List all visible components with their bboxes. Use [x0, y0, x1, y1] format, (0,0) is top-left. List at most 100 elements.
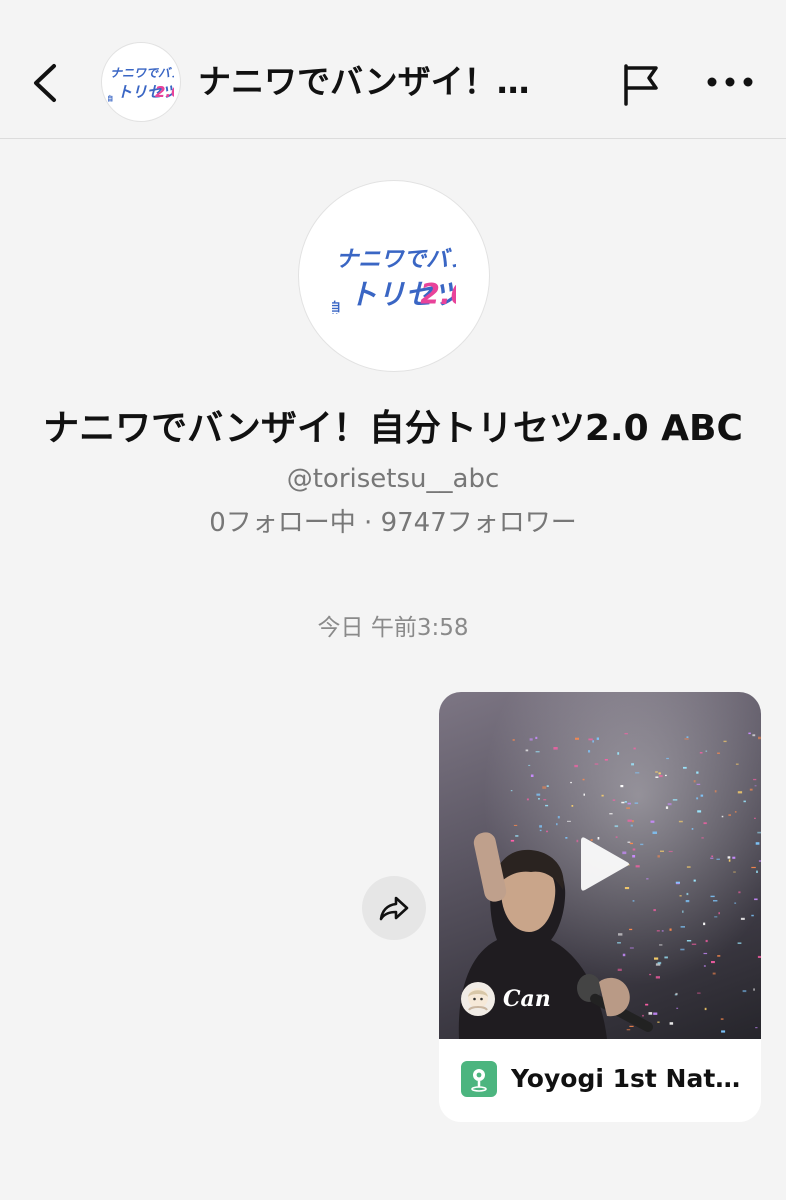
report-button[interactable] [618, 60, 666, 108]
crowd-light [735, 763, 739, 765]
crowd-light [622, 953, 626, 957]
crowd-light [538, 798, 540, 800]
crowd-light [718, 912, 720, 915]
crowd-light [666, 757, 669, 760]
crowd-light [526, 798, 529, 801]
shared-video-card[interactable]: Can Yoyogi 1st National Gymnasium [439, 692, 761, 1122]
crowd-light [703, 822, 707, 825]
crowd-light [570, 781, 572, 784]
crowd-light [748, 732, 751, 735]
crowd-light [700, 794, 704, 797]
crowd-light [755, 842, 760, 845]
crowd-light [703, 952, 708, 955]
crowd-light [661, 930, 664, 932]
profile-avatar[interactable]: ナニワでバンザイ! 自分 トリセツ 2.0 [298, 180, 490, 372]
crowd-light [754, 785, 757, 787]
crowd-light [734, 902, 737, 904]
crowd-light [693, 879, 696, 882]
crowd-light [545, 804, 549, 807]
crowd-light [530, 774, 534, 777]
crowd-light [754, 817, 756, 819]
logo-icon: ナニワでバンザイ! 自分 トリセツ 2.0 [108, 66, 174, 102]
header-avatar[interactable]: ナニワでバンザイ! 自分 トリセツ 2.0 [101, 42, 181, 122]
crowd-light [756, 870, 758, 873]
crowd-light [711, 961, 715, 964]
profile-name[interactable]: ナニワでバンザイ！自分トリセツ2.0 ABC [20, 404, 766, 454]
video-thumbnail[interactable]: Can [439, 692, 761, 1039]
crowd-light [539, 825, 542, 828]
crowd-light [691, 943, 697, 945]
crowd-light [686, 892, 689, 896]
crowd-light [716, 858, 720, 860]
crowd-light [529, 738, 533, 741]
place-label[interactable]: Yoyogi 1st National Gymnasium [511, 1059, 741, 1099]
crowd-light [696, 771, 699, 774]
crowd-light [713, 900, 718, 902]
crowd-light [717, 955, 721, 957]
logo-version: 2.0 [420, 278, 456, 311]
crowd-light [510, 790, 513, 792]
crowd-light [752, 734, 756, 737]
crowd-light [629, 928, 633, 931]
share-button[interactable] [362, 876, 426, 940]
play-icon[interactable] [579, 834, 631, 894]
profile-handle: @torisetsu__abc [286, 464, 500, 494]
crowd-light [594, 763, 599, 765]
crowd-light [588, 750, 591, 753]
crowd-light [621, 801, 625, 804]
crowd-light [721, 1030, 726, 1033]
crowd-light [632, 848, 636, 851]
crowd-light [596, 737, 599, 740]
video-place-tag[interactable]: Yoyogi 1st National Gymnasium [439, 1039, 761, 1122]
crowd-light [654, 957, 659, 960]
crowd-light [620, 785, 624, 788]
crowd-light [574, 764, 578, 768]
crowd-light [627, 802, 631, 805]
logo-line1: ナニワでバンザイ! [110, 66, 174, 80]
crowd-light [624, 801, 627, 803]
crowd-light [542, 786, 547, 789]
crowd-light [515, 835, 519, 837]
crowd-light [754, 898, 758, 901]
crowd-light [631, 763, 634, 766]
crowd-light [686, 940, 692, 942]
crowd-light [676, 882, 680, 885]
crowd-light [659, 944, 663, 946]
crowd-light [629, 1025, 634, 1027]
crowd-light [738, 891, 741, 894]
crowd-light [617, 968, 622, 971]
crowd-light [614, 825, 619, 828]
crowd-light [705, 939, 708, 943]
more-options-button[interactable] [704, 62, 756, 102]
crowd-light [683, 766, 687, 769]
crowd-light [652, 831, 657, 834]
crowd-light [758, 736, 761, 740]
back-button[interactable] [24, 58, 68, 108]
header-title[interactable]: ナニワでバンザイ！自分トリセツ2.0 ABC [198, 60, 558, 104]
crowd-light [685, 900, 690, 903]
crowd-light [660, 850, 664, 852]
crowd-light [612, 799, 616, 801]
crowd-light [535, 736, 538, 739]
logo-version: 2.0 [155, 83, 174, 101]
crowd-light [630, 824, 633, 827]
crowd-light [737, 942, 742, 944]
crowd-light [728, 859, 731, 862]
crowd-light [512, 739, 515, 741]
crowd-light [732, 856, 736, 859]
crowd-light [632, 820, 634, 823]
crowd-light [528, 764, 531, 766]
crowd-light [645, 1003, 649, 1006]
crowd-light [626, 807, 630, 809]
crowd-light [734, 811, 737, 813]
crowd-light [601, 794, 604, 797]
crowd-light [525, 749, 529, 752]
crowd-light [711, 855, 714, 857]
crowd-light [704, 1007, 707, 1011]
location-pin-icon [461, 1061, 497, 1097]
follow-stats: 0フォロー中 · 9747フォロワー [209, 508, 577, 538]
crowd-light [553, 747, 558, 750]
logo-small: 自分 [108, 94, 113, 102]
crowd-light [535, 751, 540, 753]
crowd-light [655, 976, 660, 979]
